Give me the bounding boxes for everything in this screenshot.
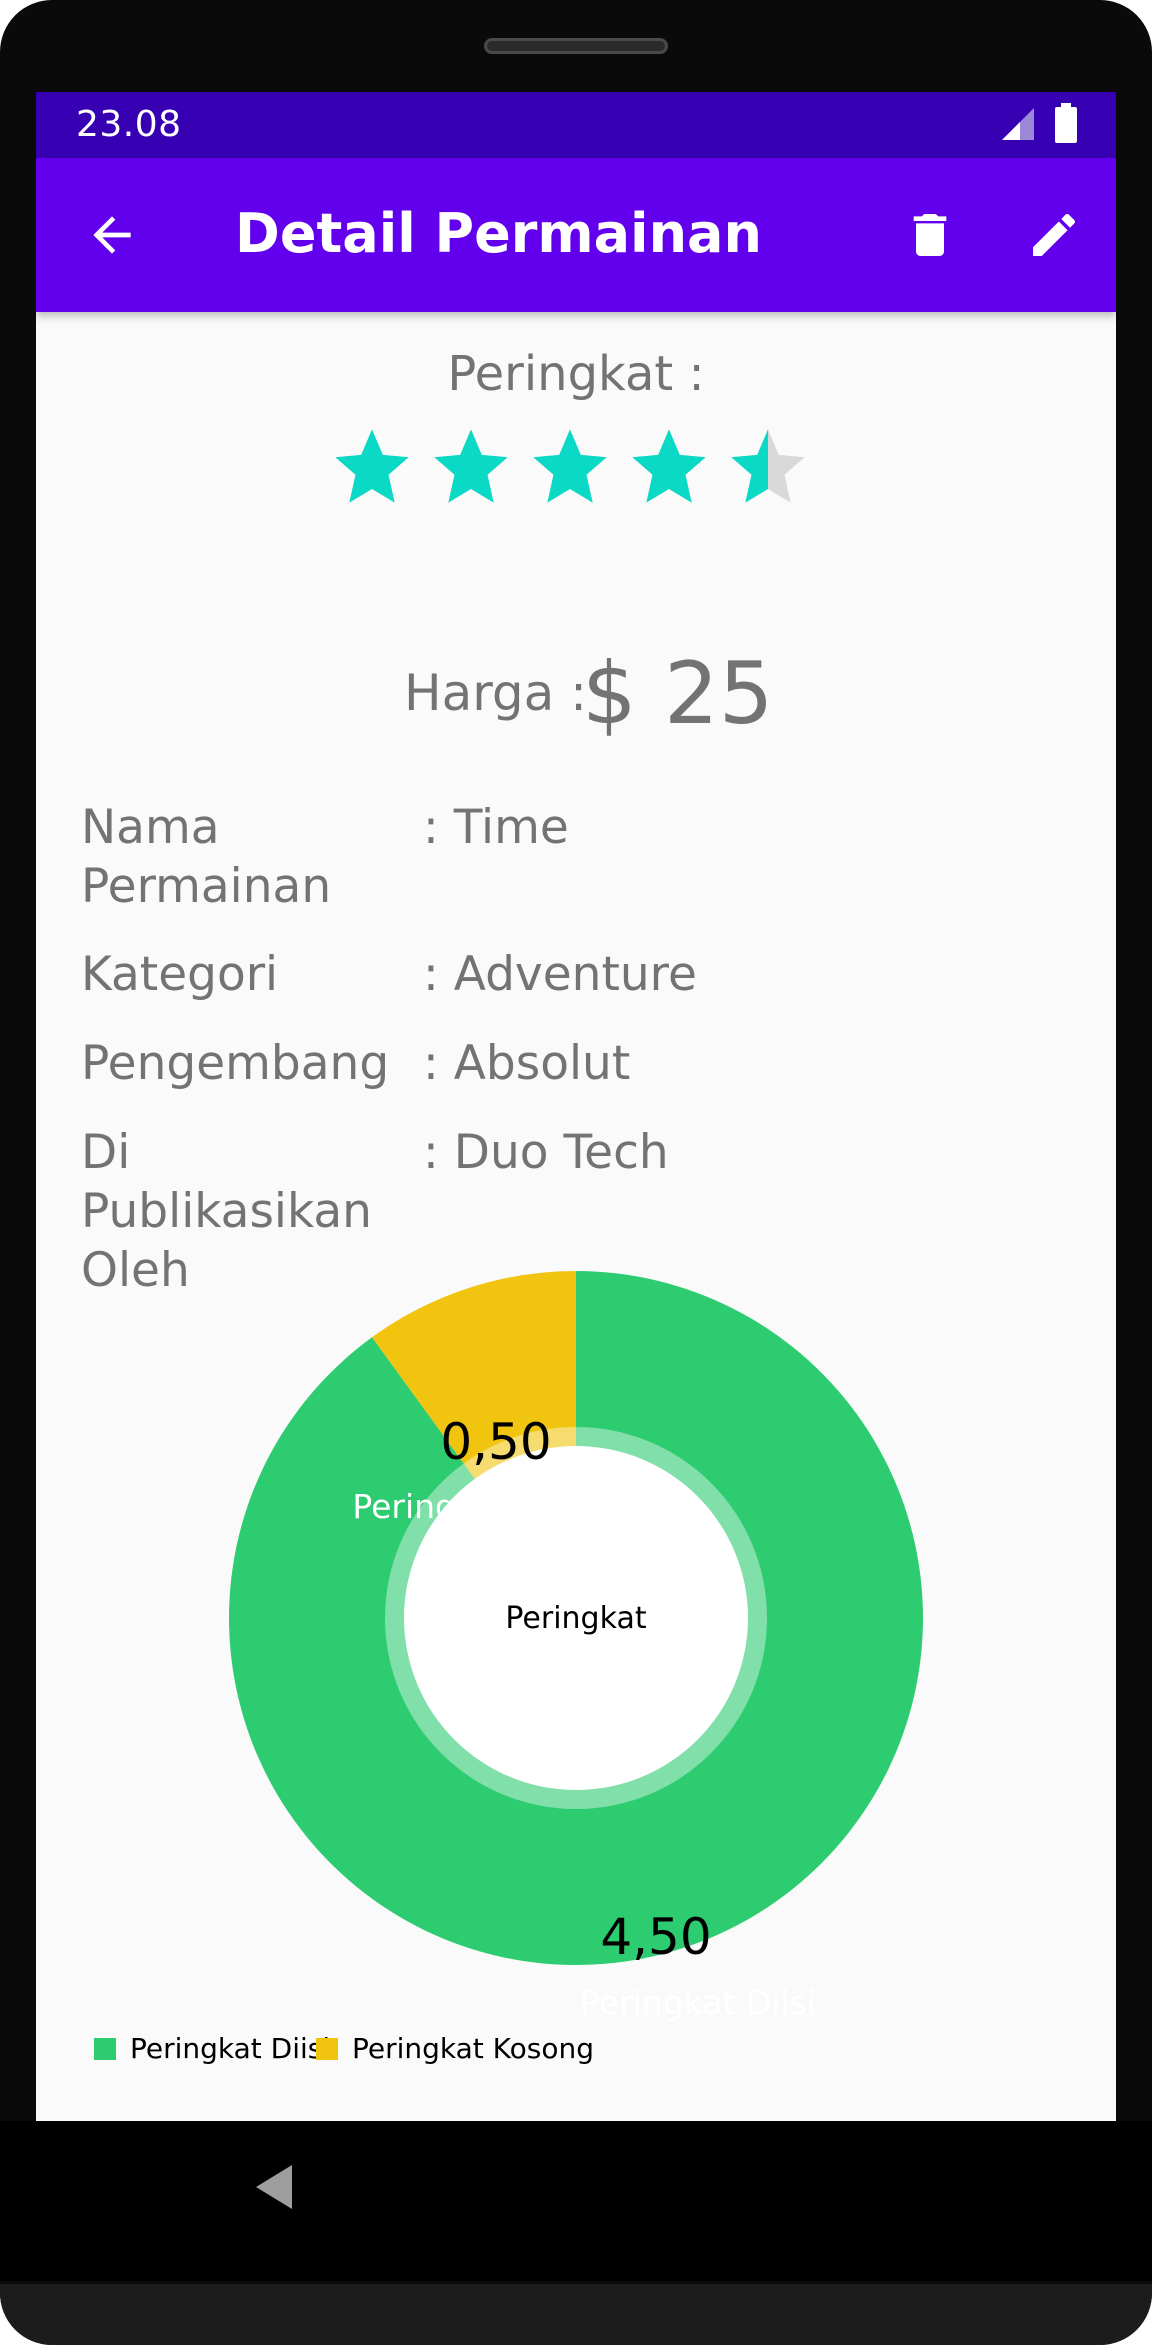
legend-item: Peringkat Kosong xyxy=(316,2032,594,2065)
speaker-grille xyxy=(484,38,668,54)
nav-back-icon[interactable] xyxy=(250,2161,302,2213)
pie-slice xyxy=(228,1271,924,1965)
star-icon xyxy=(533,429,607,503)
legend-swatch xyxy=(94,2037,116,2060)
detail-key: Di Publikasikan Oleh xyxy=(81,1125,372,1298)
legend-swatch xyxy=(316,2037,338,2060)
legend-label: Peringkat Kosong xyxy=(352,2032,595,2065)
detail-value: : Absolut xyxy=(423,1036,631,1091)
legend-label: Peringkat Diisi xyxy=(130,2032,331,2065)
status-time: 23.08 xyxy=(76,104,182,145)
rating-bar xyxy=(328,422,824,512)
detail-key: Nama Permainan xyxy=(81,800,332,914)
star-icon xyxy=(731,429,805,503)
price-label: Harga : xyxy=(404,664,588,722)
slice-value-label: 4,50 xyxy=(600,1908,711,1966)
donut-ring xyxy=(385,1427,767,1809)
app-bar: Detail Permainan xyxy=(36,158,1116,312)
star-icon xyxy=(335,429,409,503)
star-icon xyxy=(434,429,508,503)
pie-slice xyxy=(372,1271,576,1618)
legend-item: Peringkat Diisi xyxy=(94,2032,330,2065)
donut-center-label: Peringkat xyxy=(505,1601,646,1636)
rating-label: Peringkat : xyxy=(447,346,705,402)
delete-icon[interactable] xyxy=(902,207,958,263)
arrow-back-icon[interactable] xyxy=(84,207,140,263)
detail-value: : Time xyxy=(423,800,569,855)
battery-icon xyxy=(1055,103,1077,143)
navigation-bar xyxy=(0,2121,1152,2281)
star-icon xyxy=(632,429,706,503)
detail-value: : Adventure xyxy=(423,947,697,1002)
price-value: $ 25 xyxy=(582,644,774,744)
slice-name-label: Peringkat Kosong xyxy=(352,1487,637,1526)
slice-name-label: Peringkat Diisi xyxy=(580,1983,816,2022)
slice-value-label: 0,50 xyxy=(440,1413,551,1471)
bottom-bezel xyxy=(0,2284,1152,2345)
detail-value: : Duo Tech xyxy=(423,1125,669,1180)
detail-key: Kategori xyxy=(81,947,279,1002)
app-screen: 23.08 Detail Permainan Peringkat: Harga… xyxy=(36,92,1116,2121)
detail-key: Pengembang xyxy=(81,1036,390,1091)
phone-frame: 23.08 Detail Permainan Peringkat: Harga… xyxy=(0,0,1152,2345)
signal-icon xyxy=(1002,108,1034,140)
edit-icon[interactable] xyxy=(1026,207,1082,263)
page-title: Detail Permainan xyxy=(235,202,762,265)
donut-hole xyxy=(404,1446,748,1790)
status-bar: 23.08 xyxy=(36,92,1116,158)
